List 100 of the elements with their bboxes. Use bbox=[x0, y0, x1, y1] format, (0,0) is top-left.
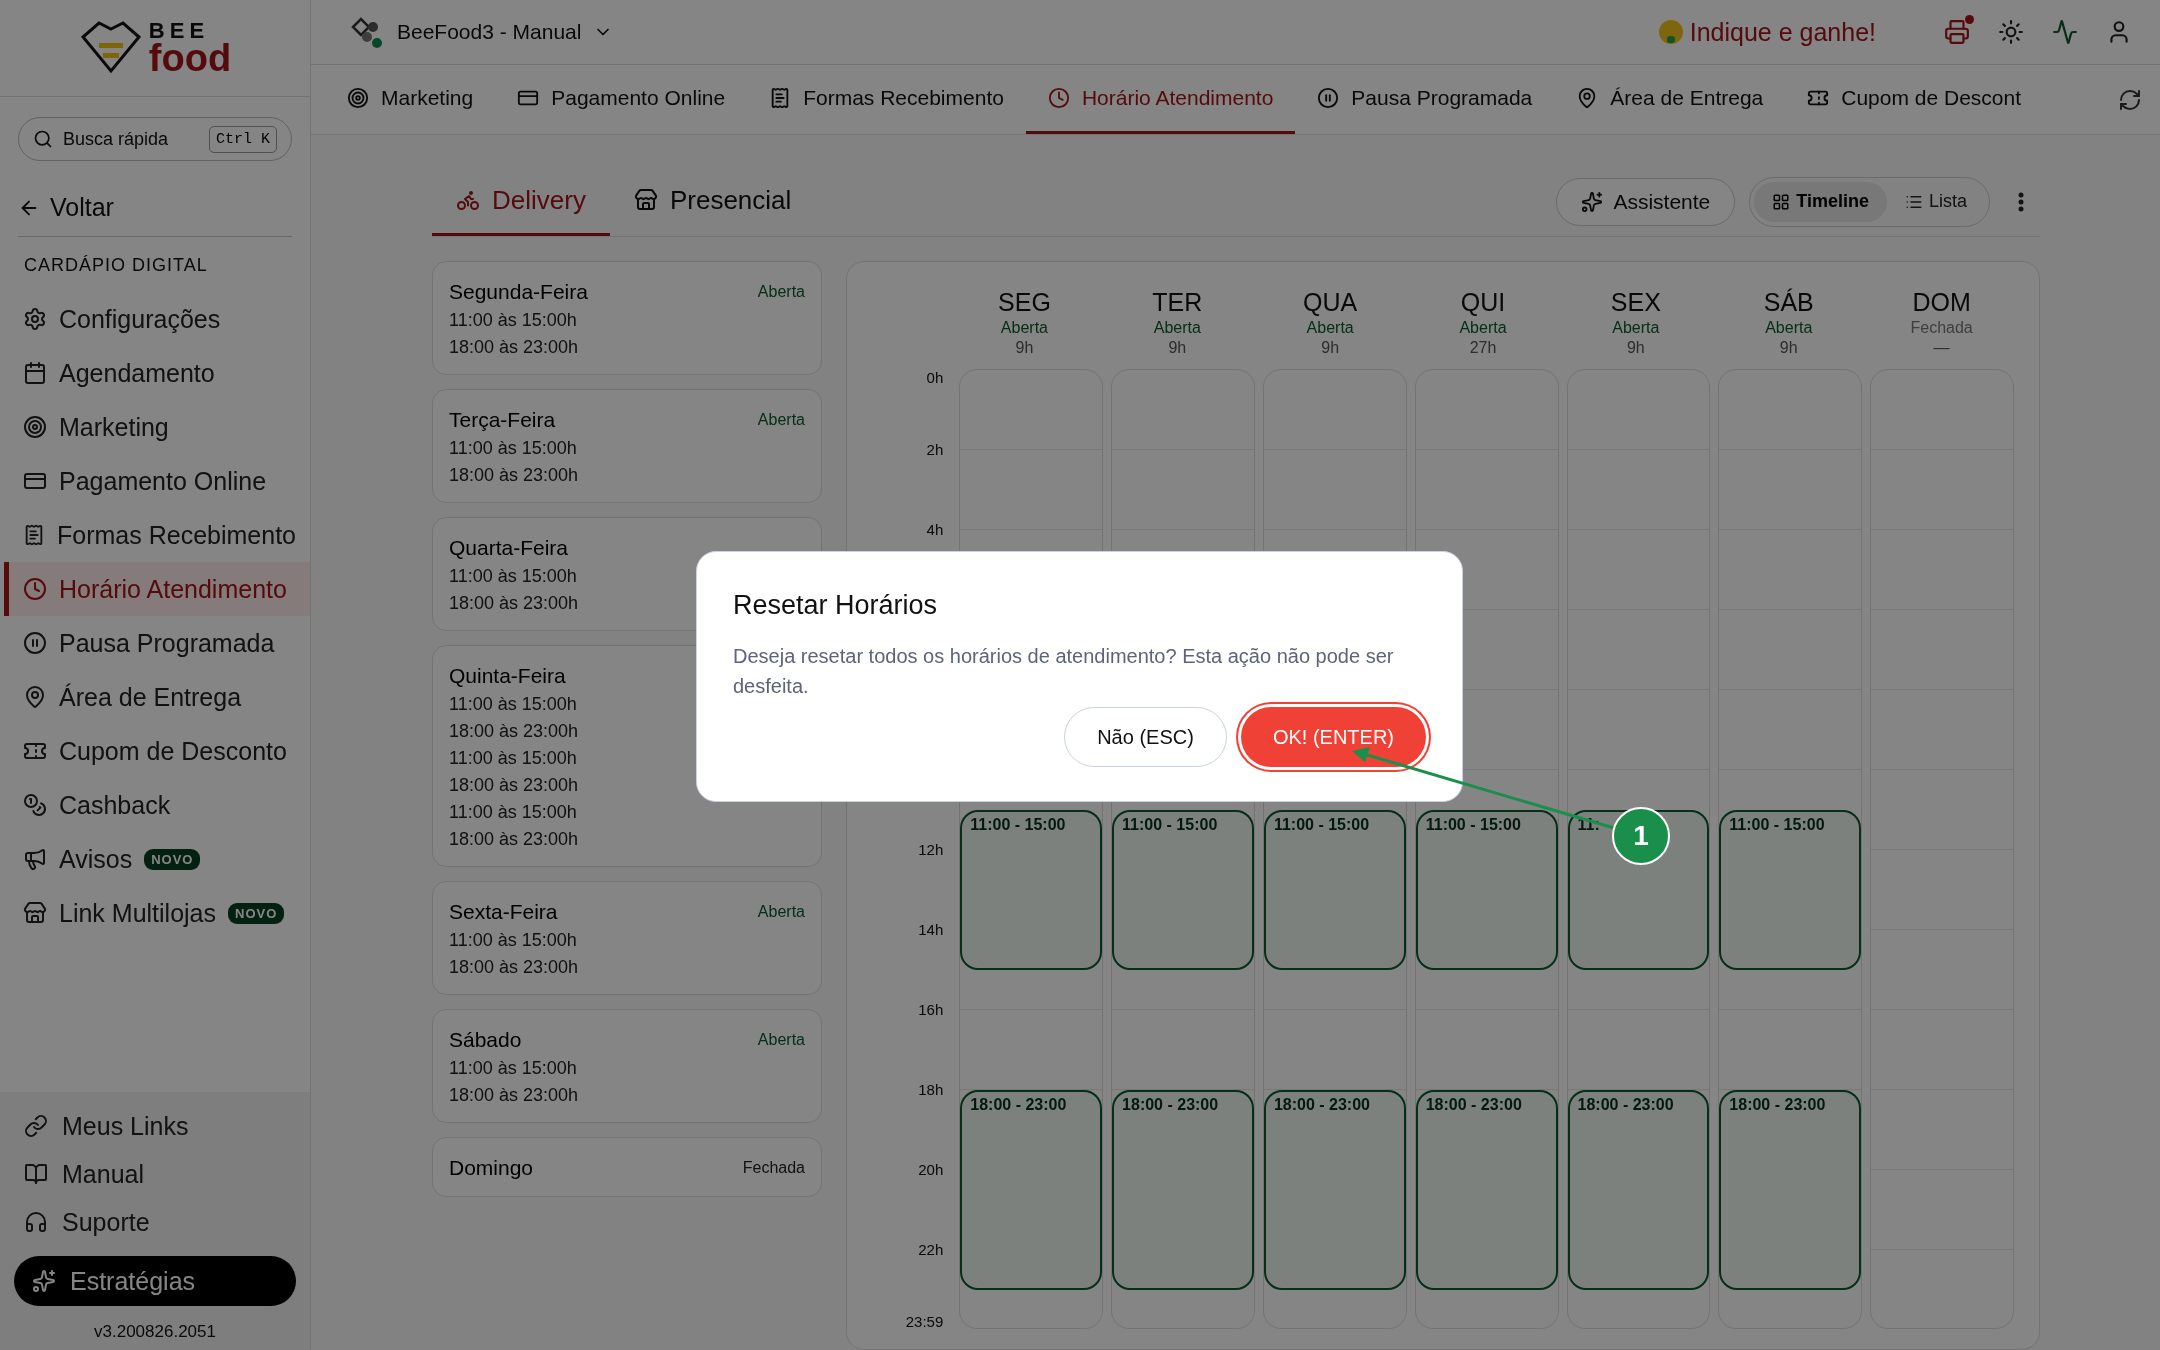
money-face-icon bbox=[1657, 19, 1684, 45]
footer-link[interactable]: Meus Links bbox=[14, 1102, 296, 1150]
view-option[interactable]: Timeline bbox=[1754, 181, 1887, 222]
sidebar-item[interactable]: Pagamento Online bbox=[4, 454, 310, 508]
day-status: Aberta bbox=[757, 903, 805, 921]
hour-label: 0h bbox=[926, 368, 944, 386]
day-status: Aberta bbox=[1153, 319, 1201, 337]
nav-tab[interactable]: Cupom de Descont bbox=[1785, 65, 2043, 134]
day-name: Domingo bbox=[449, 1156, 534, 1180]
day-card[interactable]: Terça-Feira Aberta 11:00 às 15:00h 18:00 às 23:00h bbox=[432, 389, 822, 503]
assistant-button[interactable]: Assistente bbox=[1556, 177, 1736, 226]
day-status: Aberta bbox=[1765, 319, 1813, 337]
sidebar-item[interactable]: Pausa Programada bbox=[4, 616, 310, 670]
day-label: SEG bbox=[998, 288, 1051, 317]
day-label: QUI bbox=[1460, 288, 1506, 317]
sidebar-item[interactable]: Horário Atendimento bbox=[4, 562, 310, 616]
time-range: 18:00 às 23:00h bbox=[449, 829, 579, 850]
nav-tab[interactable]: Pausa Programada bbox=[1295, 65, 1555, 134]
time-block[interactable]: 11:00 - 15:00 bbox=[1263, 810, 1406, 970]
hour-label: 18h bbox=[918, 1080, 944, 1098]
link-icon bbox=[24, 1114, 48, 1138]
time-block[interactable]: 18:00 - 23:00 bbox=[1719, 1090, 1862, 1290]
time-block[interactable]: 18:00 - 23:00 bbox=[960, 1090, 1103, 1290]
time-block[interactable]: 18:00 - 23:00 bbox=[1415, 1090, 1558, 1290]
time-range: 11:00 às 15:00h bbox=[449, 694, 577, 715]
nav-tab[interactable]: Formas Recebimento bbox=[747, 65, 1026, 134]
clock-icon bbox=[1047, 87, 1070, 109]
sidebar-item[interactable]: Área de Entrega bbox=[4, 670, 310, 724]
theme-button[interactable] bbox=[1998, 19, 2024, 45]
headphones-icon bbox=[24, 1210, 48, 1234]
mode-tab[interactable]: Delivery bbox=[432, 167, 610, 236]
footer-link[interactable]: Manual bbox=[14, 1150, 296, 1198]
view-option[interactable]: Lista bbox=[1886, 181, 1985, 222]
sidebar-item[interactable]: Link Multilojas NOVO bbox=[4, 886, 310, 940]
megaphone-icon bbox=[23, 847, 47, 871]
logo-text: BEE bbox=[148, 21, 211, 41]
day-name: Sexta-Feira bbox=[449, 900, 558, 924]
time-block[interactable]: 18:00 - 23:00 bbox=[1567, 1090, 1710, 1290]
time-block[interactable]: 11:00 - 15:00 bbox=[1112, 810, 1254, 970]
sidebar-item[interactable]: Marketing bbox=[4, 400, 310, 454]
time-range: 11:00 às 15:00h bbox=[449, 310, 577, 331]
day-status: Aberta bbox=[1459, 319, 1507, 337]
version-text: v3.200826.2051 bbox=[93, 1322, 217, 1342]
time-range: 11:00 às 15:00h bbox=[449, 1058, 577, 1079]
hour-label: 16h bbox=[918, 1000, 944, 1018]
sidebar-item[interactable]: Cashback bbox=[4, 778, 310, 832]
more-button[interactable] bbox=[2018, 191, 2024, 212]
calendar-icon bbox=[23, 361, 47, 385]
nav-tab[interactable]: Marketing bbox=[325, 65, 496, 134]
day-card[interactable]: Sábado Aberta 11:00 às 15:00h 18:00 às 23:00h bbox=[432, 1009, 822, 1123]
sidebar-item[interactable]: Avisos NOVO bbox=[4, 832, 310, 886]
time-block[interactable]: 18:00 - 23:00 bbox=[1112, 1090, 1254, 1290]
strategies-button[interactable]: Estratégias bbox=[14, 1256, 296, 1306]
time-block[interactable]: 11:00 - 15:00 bbox=[1415, 810, 1558, 970]
hours-total: 9h bbox=[1015, 339, 1034, 357]
footer-link[interactable]: Suporte bbox=[14, 1198, 296, 1246]
target-icon bbox=[347, 87, 369, 109]
sparkles-icon bbox=[1581, 190, 1604, 213]
time-block[interactable]: 11:00 - 15:00 bbox=[960, 810, 1103, 970]
sidebar-item[interactable]: Formas Recebimento bbox=[4, 508, 310, 562]
sidebar-item[interactable]: Agendamento bbox=[4, 346, 310, 400]
time-range: 18:00 às 23:00h bbox=[449, 465, 579, 486]
pin-icon bbox=[23, 685, 47, 709]
cancel-button[interactable]: Não (ESC) bbox=[1064, 707, 1227, 767]
activity-button[interactable] bbox=[2052, 19, 2078, 45]
time-range: 11:00 às 15:00h bbox=[449, 566, 577, 587]
search-icon bbox=[33, 129, 53, 149]
day-label: QUA bbox=[1303, 288, 1358, 317]
time-block[interactable]: 11:00 - 15:00 bbox=[1719, 810, 1862, 970]
receipt-icon bbox=[23, 523, 45, 547]
referral-link[interactable]: Indique e ganhe! bbox=[1657, 17, 1876, 47]
hour-label: 2h bbox=[926, 440, 944, 458]
store-icon bbox=[23, 901, 47, 925]
book-icon bbox=[24, 1162, 48, 1186]
sidebar-item[interactable]: Configurações bbox=[4, 292, 310, 346]
nav-tab[interactable]: Horário Atendimento bbox=[1025, 65, 1296, 134]
hours-total: — bbox=[1933, 339, 1950, 357]
day-card[interactable]: Segunda-Feira Aberta 11:00 às 15:00h 18:00 às 23:00h bbox=[432, 261, 822, 375]
store-selector[interactable]: BeeFood3 - Manual bbox=[347, 13, 614, 51]
more-icon bbox=[2018, 191, 2024, 212]
day-name: Quarta-Feira bbox=[449, 536, 569, 560]
hours-total: 9h bbox=[1626, 339, 1645, 357]
shortcut-key: Ctrl K bbox=[209, 125, 277, 153]
hour-label: 4h bbox=[926, 520, 944, 538]
sidebar-item[interactable]: Cupom de Desconto bbox=[4, 724, 310, 778]
back-link[interactable]: Voltar bbox=[18, 185, 292, 237]
day-label: SÁB bbox=[1763, 288, 1814, 317]
time-range: 11:00 às 15:00h bbox=[449, 438, 577, 459]
day-card[interactable]: Domingo Fechada bbox=[432, 1137, 822, 1197]
pause-icon bbox=[1317, 87, 1340, 109]
nav-tab[interactable]: Área de Entrega bbox=[1554, 65, 1786, 134]
time-block[interactable]: 18:00 - 23:00 bbox=[1263, 1090, 1406, 1290]
target-icon bbox=[23, 415, 47, 439]
time-range: 18:00 às 23:00h bbox=[449, 721, 579, 742]
mode-tab[interactable]: Presencial bbox=[609, 167, 816, 236]
nav-tab[interactable]: Pagamento Online bbox=[495, 65, 748, 134]
day-card[interactable]: Sexta-Feira Aberta 11:00 às 15:00h 18:00 às 23:00h bbox=[432, 881, 822, 995]
hours-total: 9h bbox=[1168, 339, 1187, 357]
logo-text: food bbox=[148, 40, 232, 75]
hours-total: 9h bbox=[1779, 339, 1798, 357]
